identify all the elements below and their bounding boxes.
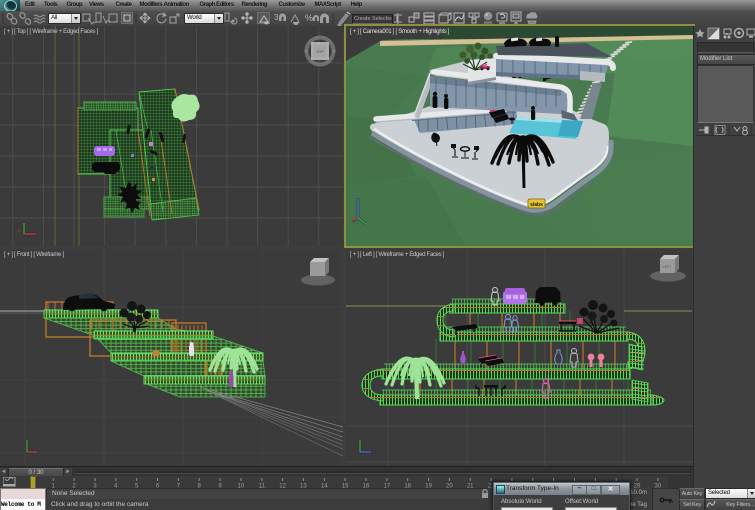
svg-text:LEFT: LEFT — [663, 265, 673, 269]
svg-text:3: 3 — [274, 13, 279, 22]
svg-text:%: % — [305, 13, 313, 23]
svg-text:slabs: slabs — [530, 202, 543, 208]
svg-text:TOP: TOP — [316, 49, 324, 54]
